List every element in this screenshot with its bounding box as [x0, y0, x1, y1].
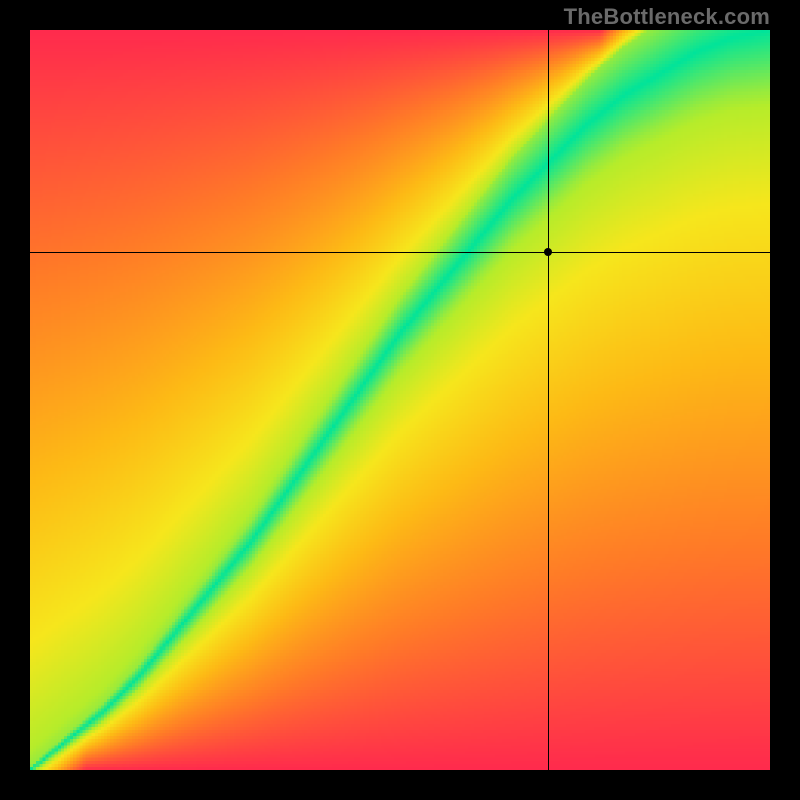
selection-point	[544, 248, 552, 256]
crosshair-horizontal	[30, 252, 770, 253]
chart-frame: TheBottleneck.com	[0, 0, 800, 800]
heatmap-plot	[30, 30, 770, 770]
crosshair-vertical	[548, 30, 549, 770]
heatmap-canvas	[30, 30, 770, 770]
watermark-label: TheBottleneck.com	[564, 4, 770, 30]
